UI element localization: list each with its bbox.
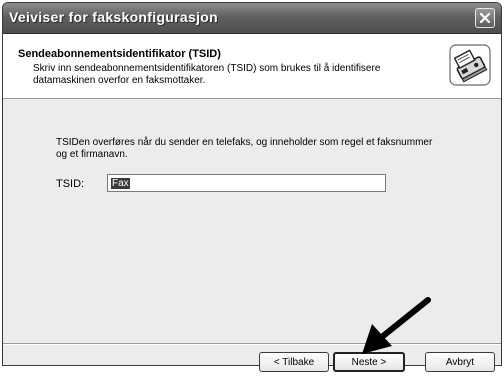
close-button[interactable]	[475, 8, 495, 28]
tsid-info-text: TSIDen overføres når du sender en telefa…	[56, 137, 433, 160]
window-title: Veiviser for fakskonfigurasjon	[9, 9, 218, 25]
tsid-input-value: Fax	[111, 178, 130, 189]
back-button[interactable]: < Tilbake	[259, 352, 329, 372]
title-bar[interactable]: Veiviser for fakskonfigurasjon	[3, 3, 501, 34]
header-title: Sendeabonnementsidentifikator (TSID)	[18, 48, 221, 60]
header-description: Skriv inn sendeabonnementsidentifikatore…	[33, 63, 381, 86]
fax-machine-icon	[449, 44, 491, 86]
close-icon	[479, 12, 491, 24]
tsid-input[interactable]: Fax	[107, 174, 386, 192]
pointer-arrow-icon	[362, 297, 431, 354]
wizard-header: Sendeabonnementsidentifikator (TSID) Skr…	[3, 34, 501, 99]
tsid-label: TSID:	[56, 178, 85, 190]
